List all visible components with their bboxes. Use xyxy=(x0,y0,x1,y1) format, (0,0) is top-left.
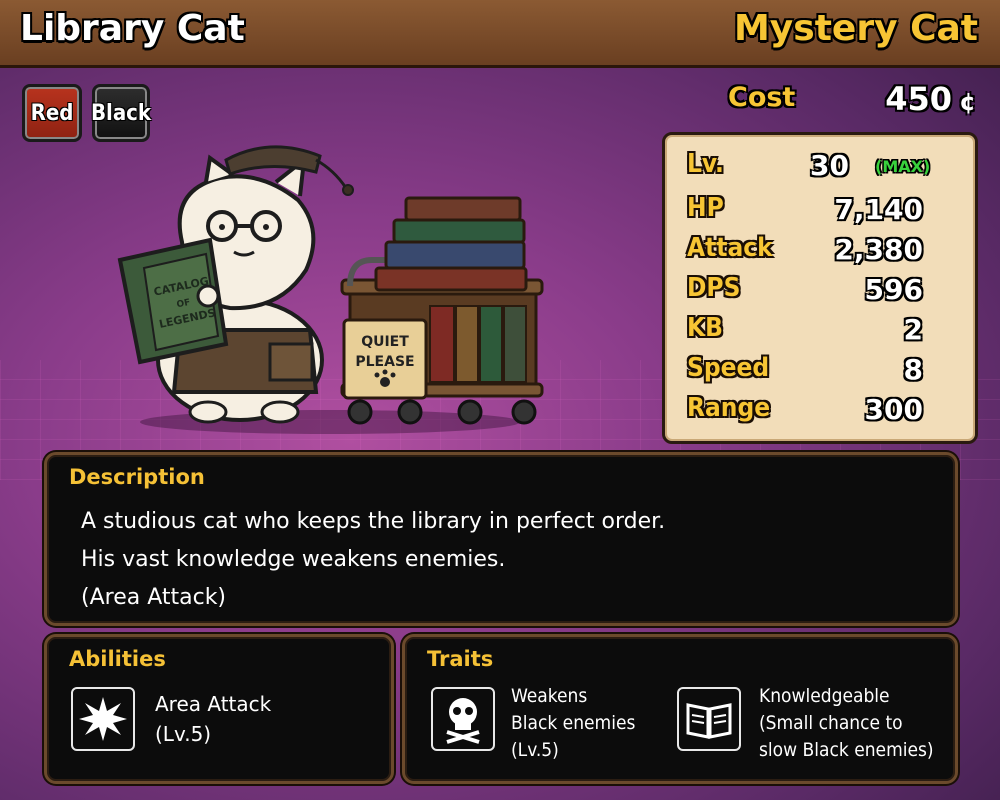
area-attack-icon xyxy=(71,687,135,751)
stat-value: 2 xyxy=(903,313,923,346)
tag-red[interactable]: Red xyxy=(22,84,82,142)
ability-line: Area Attack xyxy=(155,692,272,716)
stat-row-kb: KB 2 xyxy=(665,313,975,353)
stat-row-hp: HP 7,140 xyxy=(665,193,975,233)
unit-name: Library Cat xyxy=(20,8,245,49)
trait-line: Knowledgeable xyxy=(759,685,890,707)
stat-row-level: Lv. 30 (MAX) xyxy=(665,149,975,189)
cat-character: CATALOG OF LEGENDS xyxy=(117,145,354,424)
rarity-label: Mystery Cat xyxy=(733,8,978,49)
stat-value: 7,140 xyxy=(834,193,923,226)
stats-panel: Lv. 30 (MAX) HP 7,140 Attack 2,380 DPS 5… xyxy=(662,132,978,444)
abilities-title: Abilities xyxy=(69,647,166,671)
sign-text-line-2: PLEASE xyxy=(355,354,414,370)
stat-row-dps: DPS 596 xyxy=(665,273,975,313)
stat-label: Range xyxy=(687,393,771,423)
abilities-panel: Abilities Area Attack (Lv.5) xyxy=(44,634,394,784)
stat-value: 8 xyxy=(903,353,923,386)
description-panel: Description A studious cat who keeps the… xyxy=(44,452,958,626)
level-label: Lv. xyxy=(687,149,724,179)
stat-label: DPS xyxy=(687,273,741,303)
trait-line: (Small chance to xyxy=(759,712,903,734)
book-icon xyxy=(677,687,741,751)
quiet-please-sign: QUIET PLEASE xyxy=(342,318,428,400)
cost-label: Cost xyxy=(728,82,796,113)
trait-line: Black enemies xyxy=(511,712,636,734)
unit-illustration: QUIET PLEASE CATALOG OF LEGENDS xyxy=(117,145,544,434)
description-line: His vast knowledge weakens enemies. xyxy=(81,547,506,572)
cost-value: 450 xyxy=(885,80,952,118)
description-line: (Area Attack) xyxy=(81,585,227,610)
stat-label: Speed xyxy=(687,353,770,383)
stat-value: 300 xyxy=(864,393,923,426)
ability-line: (Lv.5) xyxy=(155,722,212,746)
description-line: A studious cat who keeps the library in … xyxy=(81,509,666,534)
description-title: Description xyxy=(69,465,205,489)
stat-row-range: Range 300 xyxy=(665,393,975,433)
stat-label: Attack xyxy=(687,233,773,263)
header-bar: Library Cat Mystery Cat xyxy=(0,0,1000,68)
trait-line: Weakens xyxy=(511,685,588,707)
traits-panel: Traits Weakens Black enemies (Lv.5) Know… xyxy=(402,634,958,784)
level-value: 30 xyxy=(810,149,849,182)
book-stack xyxy=(374,196,528,292)
sign-text-line-1: QUIET xyxy=(361,334,409,350)
traits-title: Traits xyxy=(427,647,494,671)
skull-icon xyxy=(431,687,495,751)
stat-value: 596 xyxy=(864,273,923,306)
stat-label: KB xyxy=(687,313,723,343)
cost-unit: ¢ xyxy=(959,88,976,116)
stat-label: HP xyxy=(687,193,724,223)
trait-line: (Lv.5) xyxy=(511,739,559,761)
trait-line: slow Black enemies) xyxy=(759,739,934,761)
stat-row-attack: Attack 2,380 xyxy=(665,233,975,273)
stat-row-speed: Speed 8 xyxy=(665,353,975,393)
stat-value: 2,380 xyxy=(834,233,923,266)
max-badge: (MAX) xyxy=(875,157,931,176)
